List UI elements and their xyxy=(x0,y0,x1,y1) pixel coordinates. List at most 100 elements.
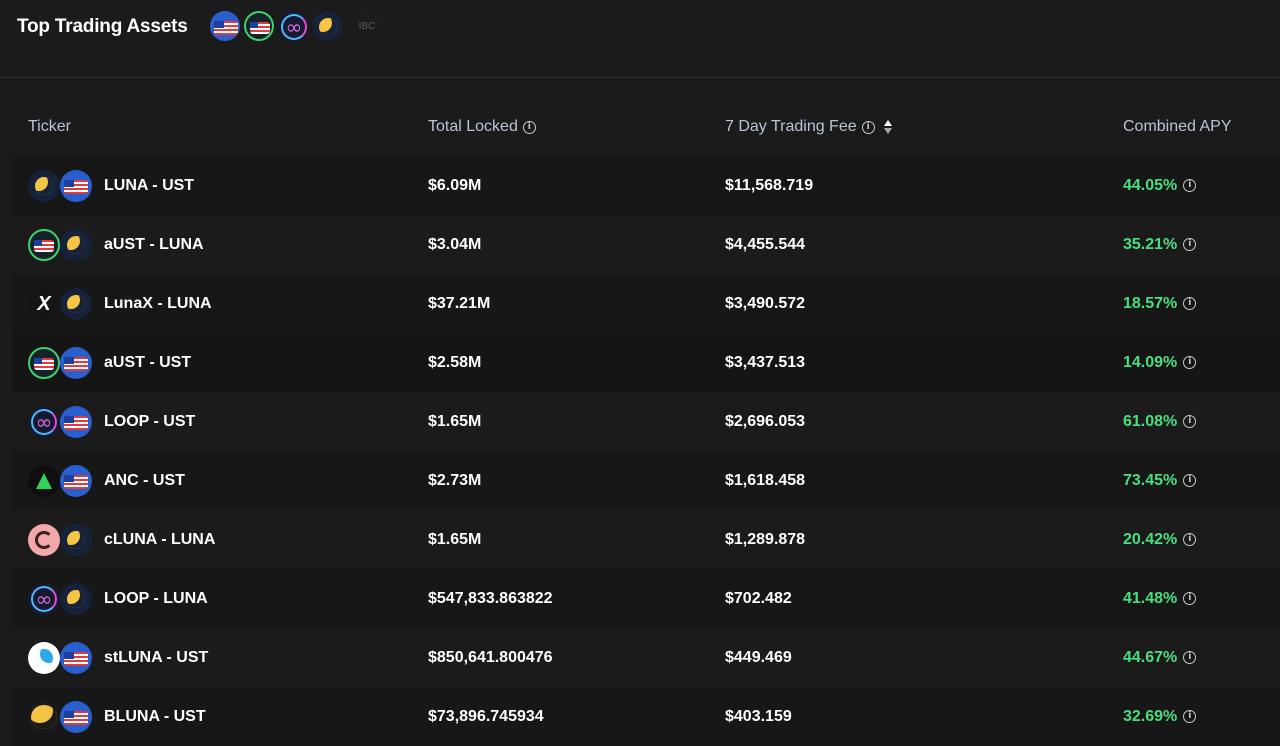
table-row[interactable]: stLUNA - UST $850,641.800476 $449.469 44.67… xyxy=(12,628,1280,687)
info-icon[interactable]: i xyxy=(861,120,875,134)
ust-icon xyxy=(60,642,92,674)
stluna-icon xyxy=(28,642,60,674)
table-row[interactable]: LOOP - UST $1.65M $2,696.053 61.08% i xyxy=(12,392,1280,451)
loop-icon xyxy=(28,583,60,615)
ticker-label[interactable]: LOOP - LUNA xyxy=(104,569,208,628)
pair-icons xyxy=(28,345,94,381)
combined-apy-cell: 41.48% i xyxy=(1123,569,1197,628)
pair-icons: X xyxy=(28,286,94,322)
ticker-label[interactable]: aUST - LUNA xyxy=(104,215,204,274)
pair-icons xyxy=(28,522,94,558)
info-icon[interactable]: i xyxy=(522,120,536,134)
info-icon[interactable]: i xyxy=(1183,533,1197,546)
column-trading-fee-label: 7 Day Trading Fee xyxy=(725,118,857,135)
table-row[interactable]: X LunaX - LUNA $37.21M $3,490.572 18.57% i xyxy=(12,274,1280,333)
total-locked-value: $73,896.745934 xyxy=(428,707,544,725)
anc-icon xyxy=(28,465,60,497)
trading-fee-value: $702.482 xyxy=(725,589,792,607)
combined-apy-value: 61.08% xyxy=(1123,412,1178,430)
column-total-locked-label: Total Locked xyxy=(428,118,518,135)
column-combined-apy[interactable]: Combined APY xyxy=(1123,118,1232,136)
total-locked-value: $547,833.863822 xyxy=(428,589,553,607)
ticker-label[interactable]: cLUNA - LUNA xyxy=(104,510,215,569)
total-locked-value: $1.65M xyxy=(428,530,482,548)
combined-apy-cell: 61.08% i xyxy=(1123,392,1197,451)
table-row[interactable]: cLUNA - LUNA $1.65M $1,289.878 20.42% i xyxy=(12,510,1280,569)
table-row[interactable]: ANC - UST $2.73M $1,618.458 73.45% i xyxy=(12,451,1280,510)
combined-apy-cell: 35.21% i xyxy=(1123,215,1197,274)
header-token-icons: IBC xyxy=(210,10,382,42)
table-row[interactable]: aUST - UST $2.58M $3,437.513 14.09% i xyxy=(12,333,1280,392)
total-locked-value: $6.09M xyxy=(428,176,482,194)
info-icon[interactable]: i xyxy=(1183,356,1197,369)
info-icon[interactable]: i xyxy=(1183,474,1197,487)
combined-apy-cell: 14.09% i xyxy=(1123,333,1197,392)
trading-fee-value: $3,490.572 xyxy=(725,294,806,312)
ticker-label[interactable]: LOOP - UST xyxy=(104,392,195,451)
combined-apy-value: 44.67% xyxy=(1123,648,1178,666)
ust-icon xyxy=(60,170,92,202)
combined-apy-value: 32.69% xyxy=(1123,707,1178,725)
ust-icon[interactable] xyxy=(210,11,240,41)
trading-fee-value: $11,568.719 xyxy=(725,176,814,194)
aust-icon xyxy=(28,229,60,261)
column-trading-fee[interactable]: 7 Day Trading Fee i xyxy=(725,118,893,136)
ticker-label[interactable]: BLUNA - UST xyxy=(104,687,206,746)
luna-icon[interactable] xyxy=(312,11,342,41)
asset-table-body: LUNA - UST $6.09M $11,568.719 44.05% i aUST -… xyxy=(12,156,1280,746)
ust-icon xyxy=(60,347,92,379)
sort-icon[interactable] xyxy=(883,120,893,134)
combined-apy-value: 44.05% xyxy=(1123,176,1178,194)
page-header: Top Trading Assets IBC xyxy=(0,0,1280,78)
info-icon[interactable]: i xyxy=(1183,179,1197,192)
trading-fee-value: $4,455.544 xyxy=(725,235,806,253)
trading-fee-value: $1,618.458 xyxy=(725,471,806,489)
pair-icons xyxy=(28,463,94,499)
ust-icon xyxy=(60,465,92,497)
loop-icon xyxy=(28,406,60,438)
trading-fee-value: $1,289.878 xyxy=(725,530,806,548)
info-icon[interactable]: i xyxy=(1183,297,1197,310)
column-total-locked[interactable]: Total Locked i xyxy=(428,118,536,136)
table-row[interactable]: LUNA - UST $6.09M $11,568.719 44.05% i xyxy=(12,156,1280,215)
column-ticker-label: Ticker xyxy=(28,118,71,135)
table-row[interactable]: BLUNA - UST $73,896.745934 $403.159 32.69% i xyxy=(12,687,1280,746)
total-locked-value: $1.65M xyxy=(428,412,482,430)
loop-icon[interactable] xyxy=(278,11,308,41)
trading-fee-value: $2,696.053 xyxy=(725,412,806,430)
pair-icons xyxy=(28,581,94,617)
page-title: Top Trading Assets xyxy=(17,16,188,37)
ticker-label[interactable]: stLUNA - UST xyxy=(104,628,208,687)
luna-icon xyxy=(60,524,92,556)
info-icon[interactable]: i xyxy=(1183,710,1197,723)
ust-icon xyxy=(60,701,92,733)
aust-icon[interactable] xyxy=(244,11,274,41)
combined-apy-value: 35.21% xyxy=(1123,235,1178,253)
trading-fee-value: $403.159 xyxy=(725,707,792,725)
pair-icons xyxy=(28,168,94,204)
table-row[interactable]: LOOP - LUNA $547,833.863822 $702.482 41.48%… xyxy=(12,569,1280,628)
info-icon[interactable]: i xyxy=(1183,651,1197,664)
combined-apy-cell: 32.69% i xyxy=(1123,687,1197,746)
combined-apy-cell: 18.57% i xyxy=(1123,274,1197,333)
ticker-label[interactable]: LUNA - UST xyxy=(104,156,194,215)
lunax-icon: X xyxy=(28,288,60,320)
combined-apy-value: 20.42% xyxy=(1123,530,1178,548)
info-icon[interactable]: i xyxy=(1183,238,1197,251)
info-icon[interactable]: i xyxy=(1183,415,1197,428)
ticker-label[interactable]: LunaX - LUNA xyxy=(104,274,212,333)
combined-apy-cell: 20.42% i xyxy=(1123,510,1197,569)
table-header: Ticker Total Locked i 7 Day Trading Fee … xyxy=(0,108,1280,146)
table-row[interactable]: aUST - LUNA $3.04M $4,455.544 35.21% i xyxy=(12,215,1280,274)
ibc-icon[interactable]: IBC xyxy=(352,11,382,41)
column-ticker[interactable]: Ticker xyxy=(28,118,71,136)
ticker-label[interactable]: aUST - UST xyxy=(104,333,191,392)
total-locked-value: $2.58M xyxy=(428,353,482,371)
pair-icons xyxy=(28,404,94,440)
luna-icon xyxy=(60,583,92,615)
column-combined-apy-label: Combined APY xyxy=(1123,118,1232,135)
ticker-label[interactable]: ANC - UST xyxy=(104,451,185,510)
total-locked-value: $37.21M xyxy=(428,294,491,312)
combined-apy-value: 73.45% xyxy=(1123,471,1178,489)
info-icon[interactable]: i xyxy=(1183,592,1197,605)
